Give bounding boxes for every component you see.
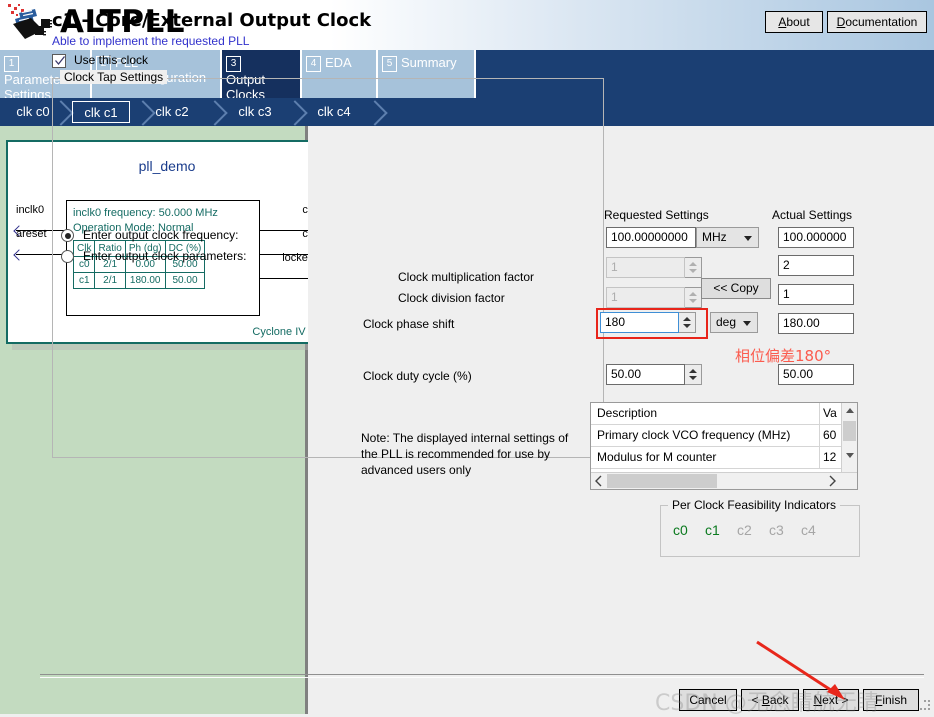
step-number: 4: [306, 56, 321, 72]
footer-divider: [40, 674, 924, 678]
internal-settings-table: Description Va Primary clock VCO frequen…: [590, 402, 858, 490]
finish-button[interactable]: Finish: [863, 689, 919, 711]
actual-mult-factor-value: 2: [778, 255, 854, 276]
table-row[interactable]: Modulus for M counter: [591, 447, 819, 469]
actual-frequency-value: 100.000000: [778, 227, 854, 248]
horizontal-scrollbar[interactable]: [591, 472, 857, 489]
duty-cycle-label: Clock duty cycle (%): [363, 369, 472, 383]
div-factor-label: Clock division factor: [398, 291, 505, 305]
documentation-mnemonic: D: [836, 15, 846, 29]
back-mnemonic: B: [761, 693, 770, 707]
feasibility-c4: c4: [801, 522, 816, 538]
back-button[interactable]: < Back: [741, 689, 799, 711]
requested-duty-cycle-input[interactable]: 50.00: [606, 364, 685, 385]
next-mnemonic: N: [813, 693, 823, 707]
requested-settings-header: Requested Settings: [604, 208, 709, 222]
table-cell-value: 12: [819, 447, 842, 469]
frequency-unit-dropdown[interactable]: MHz: [696, 227, 759, 248]
phase-shift-label: Clock phase shift: [363, 317, 455, 331]
phase-shift-spinner[interactable]: [679, 312, 696, 333]
check-icon: [55, 56, 66, 66]
radio-button: [61, 229, 74, 242]
actual-duty-cycle-value: 50.00: [778, 364, 854, 385]
scrollbar-thumb[interactable]: [843, 421, 856, 441]
vertical-scrollbar[interactable]: [841, 403, 857, 473]
chevron-up-icon: [846, 408, 854, 413]
clock-tap-settings-title: Clock Tap Settings: [60, 70, 168, 84]
desc-table-header-description: Description: [591, 403, 819, 425]
phase-unit-value: deg: [716, 315, 737, 329]
mult-factor-spinner[interactable]: [685, 257, 702, 278]
chevron-left-icon: [595, 475, 602, 487]
requested-phase-shift-input[interactable]: 180: [600, 312, 679, 333]
table-row[interactable]: Primary clock VCO frequency (MHz): [591, 425, 819, 447]
requested-frequency-input[interactable]: 100.00000000: [606, 227, 696, 248]
desc-table-header-value: Va: [819, 403, 842, 425]
step-number: 5: [382, 56, 397, 72]
step-label: EDA: [325, 55, 352, 70]
chevron-down-icon: [744, 236, 752, 241]
requested-div-factor-input[interactable]: 1: [606, 287, 685, 308]
finish-mnemonic: F: [874, 693, 883, 707]
duty-cycle-spinner[interactable]: [685, 364, 702, 385]
feasibility-c2: c2: [737, 522, 752, 538]
input-pin-inclk0: inclk0: [16, 204, 45, 216]
documentation-button[interactable]: Documentation: [827, 11, 927, 33]
step-label: Summary: [401, 55, 457, 70]
feasibility-c3: c3: [769, 522, 784, 538]
next-button[interactable]: Next >: [803, 689, 859, 711]
mult-factor-label: Clock multiplication factor: [398, 270, 535, 284]
use-this-clock-label: Use this clock: [74, 53, 149, 67]
div-factor-spinner[interactable]: [685, 287, 702, 308]
scrollbar-thumb[interactable]: [607, 474, 717, 488]
requested-mult-factor-input[interactable]: 1: [606, 257, 685, 278]
actual-div-factor-value: 1: [778, 284, 854, 305]
feasibility-c1: c1: [705, 522, 720, 538]
actual-settings-header: Actual Settings: [772, 208, 853, 222]
frequency-unit-value: MHz: [702, 230, 727, 244]
page-subtitle: Able to implement the requested PLL: [52, 34, 250, 48]
step-number: 1: [4, 56, 19, 72]
phase-unit-dropdown[interactable]: deg: [710, 312, 758, 333]
clock-tap-settings-group: [52, 78, 604, 458]
copy-button[interactable]: << Copy: [701, 278, 771, 299]
chevron-down-icon: [846, 453, 854, 458]
resize-grip[interactable]: [920, 700, 932, 712]
radio-label: Enter output clock frequency:: [83, 228, 239, 242]
checkbox-box: [52, 54, 66, 68]
chip-logo-icon: [5, 3, 53, 47]
arrow-icon: [13, 249, 25, 261]
page-title: c1 - Core/External Output Clock: [52, 10, 372, 31]
feasibility-group: c0 c1 c2 c3 c4: [660, 505, 860, 557]
table-cell-value: 60: [819, 425, 842, 447]
radio-button: [61, 250, 74, 263]
cancel-button[interactable]: Cancel: [679, 689, 737, 711]
actual-phase-shift-value: 180.00: [778, 313, 854, 334]
chevron-down-icon: [743, 321, 751, 326]
chevron-right-icon: [829, 475, 836, 487]
phase-shift-annotation: 相位偏差180°: [735, 347, 832, 365]
advanced-settings-note: Note: The displayed internal settings of…: [361, 431, 569, 477]
feasibility-title: Per Clock Feasibility Indicators: [668, 498, 841, 512]
feasibility-c0: c0: [673, 522, 688, 538]
radio-label: Enter output clock parameters:: [83, 249, 247, 263]
about-label-rest: bout: [786, 15, 810, 29]
documentation-label-rest: ocumentation: [845, 15, 918, 29]
input-pin-areset: areset: [16, 228, 47, 240]
about-button[interactable]: About: [765, 11, 823, 33]
